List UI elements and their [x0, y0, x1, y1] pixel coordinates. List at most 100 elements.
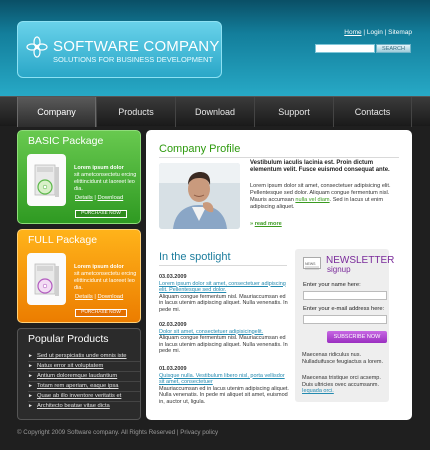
details-link[interactable]: Details [75, 294, 93, 300]
arrow-right-icon: ► [28, 353, 33, 359]
arrow-right-icon: ► [28, 403, 33, 409]
list-item[interactable]: ► Antium doloremque laudantium [28, 372, 140, 382]
spotlight-title: In the spotlight [159, 251, 231, 263]
product-link[interactable]: Antium doloremque laudantium [37, 373, 117, 379]
main-content: Company Profile Vestibulum iaculis lacin… [146, 130, 412, 420]
package-description-text: sit ametconsectetu ercing elittincidunt … [74, 172, 137, 192]
news-body: Aliquam congue fermentum nisl. Mauriaccu… [159, 293, 288, 313]
arrow-right-icon: ► [28, 383, 33, 389]
popular-products-panel: Popular Products ► Sed ut perspiciatis un… [17, 328, 141, 420]
newspaper-icon: NEWS [303, 257, 321, 270]
package-title: BASIC Package [28, 135, 104, 147]
logo-subtitle: SOLUTIONS FOR BUSINESS DEVELOPMENT [53, 55, 214, 64]
subscribe-button[interactable]: SUBSCRIBE NOW [327, 331, 387, 343]
arrow-right-icon: ► [28, 363, 33, 369]
footer: © Copyright 2009 Software company. All R… [17, 429, 219, 436]
profile-text: Lorem ipsum dolor sit amet, consectetuer… [250, 183, 396, 211]
nav-item-download[interactable]: Download [175, 97, 254, 127]
nav-item-support[interactable]: Support [254, 97, 333, 127]
login-link[interactable]: Login [367, 29, 383, 36]
package-links: Details | Download [75, 195, 123, 201]
arrow-right-icon: ► [28, 373, 33, 379]
basic-package-panel: BASIC Package Lorem ipsum dolor sit amet… [17, 130, 141, 224]
product-link[interactable]: Natus error sit voluptatem [37, 363, 103, 369]
logo[interactable]: SOFTWARE COMPANY SOLUTIONS FOR BUSINESS … [17, 21, 222, 78]
divider [159, 157, 399, 158]
product-link[interactable]: Sed ut perspiciatis unde omnis iste [37, 353, 127, 359]
package-image [27, 253, 66, 305]
nav-item-products[interactable]: Products [96, 97, 175, 127]
svg-text:NEWS: NEWS [305, 262, 316, 266]
email-label: Enter your e-mail address here: [303, 306, 385, 312]
news-headline[interactable]: Quisque nulla. Vestibulum libero nisl, p… [159, 373, 289, 386]
search-input[interactable] [315, 44, 375, 53]
product-link[interactable]: Quae ab illo inventore veritatis et [37, 393, 121, 399]
product-link[interactable]: Totam rem aperiam, eaque ipsa [37, 383, 119, 389]
software-box-icon [34, 263, 59, 296]
package-description-bold: Lorem ipsum dolor [74, 264, 124, 270]
profile-photo [159, 163, 240, 229]
newsletter-subtitle: signup [327, 265, 351, 274]
news-headline[interactable]: Dolor sit amet, consectetuer adipisicing… [159, 329, 289, 336]
news-date: 02.03.2009 [159, 322, 187, 328]
package-links: Details | Download [75, 294, 123, 300]
package-description: Lorem ipsum dolor sit ametconsectetu erc… [74, 165, 140, 193]
home-link[interactable]: Home [344, 29, 361, 36]
news-date: 03.03.2009 [159, 274, 187, 280]
popular-products-title: Popular Products [28, 333, 109, 345]
newsletter-panel: NEWS NEWSLETTER signup Enter your name h… [295, 249, 394, 402]
news-item: 02.03.2009 Dolor sit amet, consectetuer … [159, 322, 289, 355]
list-item[interactable]: ► Natus error sit voluptatem [28, 362, 140, 372]
list-item[interactable]: ► Sed ut perspiciatis unde omnis iste [28, 352, 140, 362]
arrow-right-icon: ► [28, 393, 33, 399]
newsletter-text: Maecenas tristique orci acsemp. Duis ult… [302, 375, 388, 395]
site-header: SOFTWARE COMPANY SOLUTIONS FOR BUSINESS … [0, 0, 430, 96]
news-date: 01.03.2009 [159, 366, 187, 372]
read-more-label[interactable]: read more [255, 221, 282, 227]
news-body: Mauriaccumsan ed in lacus utenim adipisc… [159, 385, 289, 405]
purchase-now-button[interactable]: PURCHASE NOW [75, 210, 127, 218]
news-item: 01.03.2009 Quisque nulla. Vestibulum lib… [159, 366, 289, 406]
news-item: 03.03.2009 Lorem ipsum dolor sit amet, c… [159, 274, 289, 314]
full-package-panel: FULL Package Lorem ipsum dolor sit ametc… [17, 229, 141, 323]
news-body: Aliquam congue fermentum nisl. Mauriaccu… [159, 335, 288, 355]
top-links: Home | Login | Sitemap [344, 29, 412, 36]
double-arrow-icon: » [250, 221, 254, 227]
package-description-text: sit ametconsectetu ercing elittincidunt … [74, 271, 137, 291]
nav-item-contacts[interactable]: Contacts [333, 97, 412, 127]
main-nav: Company Products Download Support Contac… [0, 96, 430, 127]
newsletter-text: Maecenas ridiculus nus. Nulladuifusce fe… [302, 352, 384, 365]
purchase-now-button[interactable]: PURCHASE NOW [75, 309, 127, 317]
email-field[interactable] [303, 315, 387, 324]
product-link[interactable]: Architecto beatae vitae dicta [37, 403, 110, 409]
list-item[interactable]: ► Quae ab illo inventore veritatis et [28, 392, 140, 402]
package-description-bold: Lorem ipsum dolor [74, 165, 124, 171]
search-button[interactable]: SEARCH [376, 44, 411, 53]
newsletter-link[interactable]: Iequada orci. [302, 388, 334, 394]
download-link[interactable]: Download [97, 195, 123, 201]
package-description: Lorem ipsum dolor sit ametconsectetu erc… [74, 264, 140, 292]
news-headline[interactable]: Lorem ipsum dolor sit amet, consectetuer… [159, 281, 289, 294]
divider [159, 265, 287, 266]
software-box-icon [34, 164, 59, 197]
profile-inline-link[interactable]: nulla vel diam [295, 197, 329, 203]
name-field[interactable] [303, 291, 387, 300]
list-item[interactable]: ► Totam rem aperiam, eaque ipsa [28, 382, 140, 392]
logo-title: SOFTWARE COMPANY [53, 38, 220, 55]
newsletter-title: NEWSLETTER [326, 255, 395, 266]
businessman-photo [159, 163, 240, 229]
details-link[interactable]: Details [75, 195, 93, 201]
download-link[interactable]: Download [97, 294, 123, 300]
company-profile-title: Company Profile [159, 143, 241, 155]
flower-logo-icon [26, 36, 48, 58]
read-more-link[interactable]: » read more [250, 221, 282, 227]
newsletter-text-start: Maecenas tristique orci acsemp. Duis ult… [302, 375, 381, 388]
nav-item-company[interactable]: Company [17, 97, 96, 127]
list-item[interactable]: ► Architecto beatae vitae dicta [28, 402, 140, 411]
package-title: FULL Package [28, 234, 98, 246]
name-label: Enter your name here: [303, 282, 361, 288]
sitemap-link[interactable]: Sitemap [388, 29, 412, 36]
popular-products-list: ► Sed ut perspiciatis unde omnis iste ► Na… [28, 352, 140, 411]
package-image [27, 154, 66, 206]
profile-headline: Vestibulum iaculis lacinia est. Proin di… [250, 160, 390, 173]
